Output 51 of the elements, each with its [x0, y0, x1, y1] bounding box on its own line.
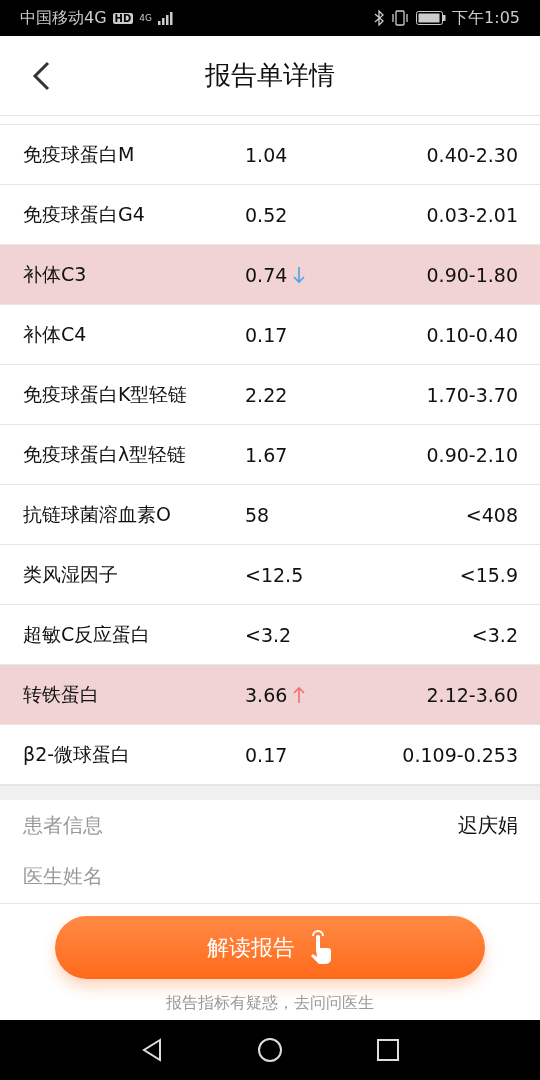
page-title: 报告单详情: [205, 59, 335, 92]
signal-icon: [157, 11, 176, 25]
test-value: 58: [245, 503, 270, 526]
test-name: 补体C4: [23, 321, 88, 347]
test-name: β2-微球蛋白: [23, 741, 132, 767]
clock-time: 下午1:05: [452, 7, 520, 29]
test-name: 免疫球蛋白λ型轻链: [23, 441, 188, 467]
carrier-name: 中国移动4G: [20, 7, 107, 29]
test-name: 免疫球蛋白K型轻链: [23, 381, 189, 407]
reference-range: 2.12-3.60: [426, 683, 518, 706]
network-type: 4G: [139, 13, 152, 23]
reference-range: 0.90-1.80: [426, 263, 518, 286]
hint-text: 报告指标有疑惑，去问问医生: [166, 993, 374, 1014]
recents-nav-button[interactable]: [374, 1036, 402, 1064]
test-value: 0.17: [245, 323, 288, 346]
test-name: 补体C3: [23, 261, 88, 287]
test-value: <12.5: [245, 563, 304, 586]
reference-range: 0.10-0.40: [426, 323, 518, 346]
up-arrow-icon: [293, 685, 306, 704]
test-name: 转铁蛋白: [23, 681, 100, 707]
test-value: 0.17: [245, 743, 288, 766]
hd-badge: HD: [112, 12, 134, 24]
interpret-report-button[interactable]: 解读报告: [55, 916, 485, 979]
test-value: 0.74: [245, 263, 288, 286]
reference-range: 1.70-3.70: [426, 383, 518, 406]
reference-range: <408: [465, 503, 518, 526]
down-arrow-icon: [293, 265, 306, 284]
test-name: 类风湿因子: [23, 561, 119, 587]
test-value: <3.2: [245, 623, 292, 646]
battery-icon: [416, 11, 447, 25]
test-value: 3.66: [245, 683, 288, 706]
test-name: 抗链球菌溶血素O: [23, 501, 172, 527]
reference-range: 0.03-2.01: [426, 203, 518, 226]
test-value: 1.67: [245, 443, 288, 466]
reference-range: 0.109-0.253: [402, 743, 518, 766]
reference-range: <3.2: [471, 623, 518, 646]
vibrate-icon: [390, 10, 411, 26]
test-value: 2.22: [245, 383, 288, 406]
reference-range: <15.9: [459, 563, 518, 586]
info-label: 患者信息: [23, 811, 103, 839]
reference-range: 0.40-2.30: [426, 143, 518, 166]
reference-range: 0.90-2.10: [426, 443, 518, 466]
test-name: 免疫球蛋白G4: [23, 201, 146, 227]
test-name: 超敏C反应蛋白: [23, 621, 152, 647]
home-nav-button[interactable]: [256, 1036, 284, 1064]
test-value: 1.04: [245, 143, 288, 166]
bluetooth-icon: [374, 10, 385, 26]
test-value: 0.52: [245, 203, 288, 226]
info-label: 医生姓名: [23, 863, 103, 890]
info-value: 迟庆娟: [458, 811, 518, 839]
test-name: 免疫球蛋白M: [23, 141, 136, 167]
